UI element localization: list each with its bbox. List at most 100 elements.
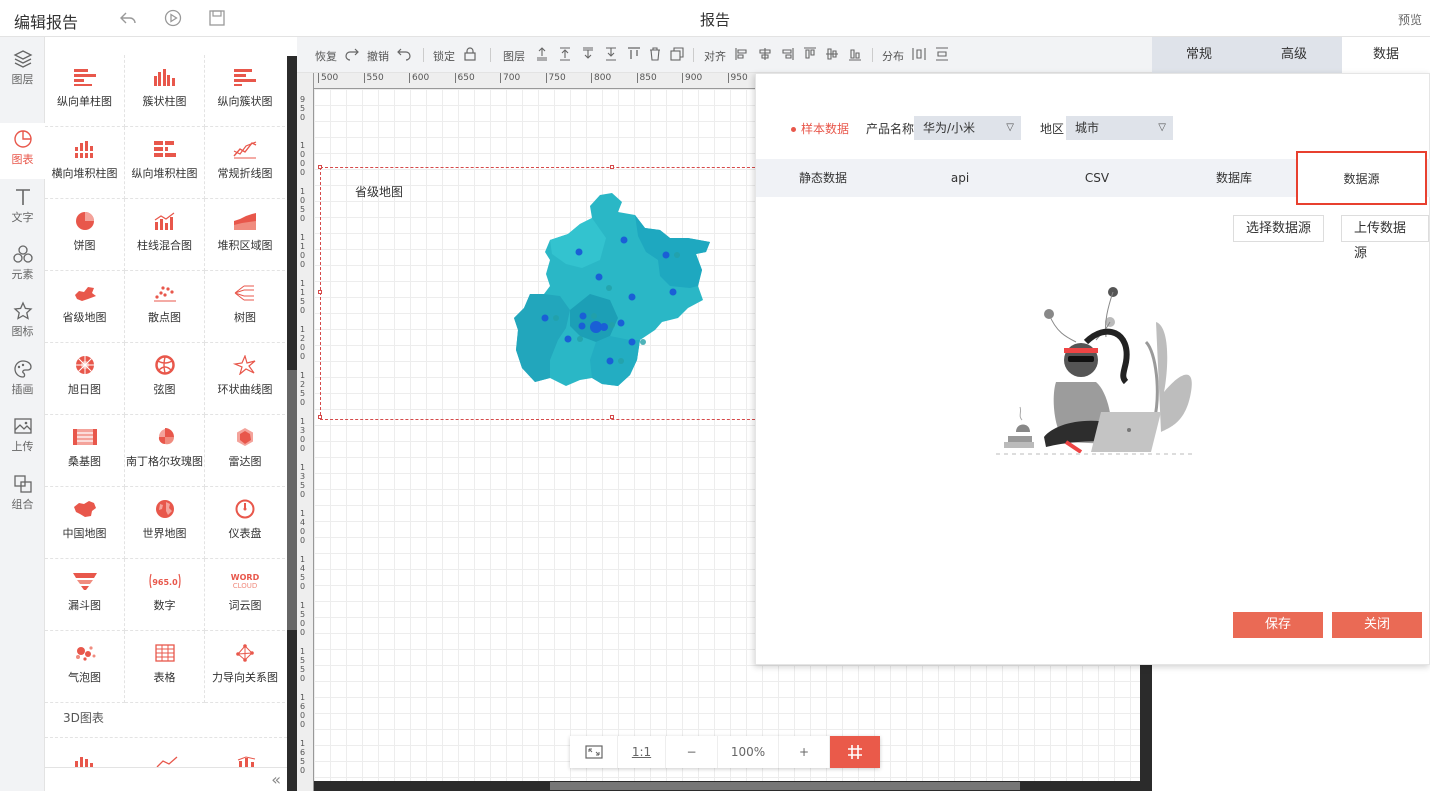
wordcloud-chart-icon: WORDCLOUD [231,573,260,590]
image-upload-icon [13,418,32,434]
chart-item-world-map[interactable]: 世界地图 [125,487,205,559]
chart-item-number[interactable]: 965.0 数字 [125,559,205,631]
distribute-horizontal-icon[interactable] [911,46,927,62]
rail-item-layers[interactable]: 图层 [0,43,45,99]
chart-item-vertical-stacked[interactable]: 纵向堆积柱图 [125,127,205,199]
tab-datasource[interactable]: 数据源 [1296,151,1427,205]
align-middle-icon[interactable] [824,46,840,62]
align-center-icon[interactable] [757,46,773,62]
select-datasource-button[interactable]: 选择数据源 [1233,215,1325,242]
chart-item-force-graph[interactable]: 力导向关系图 [205,631,285,703]
copy-icon[interactable] [669,46,685,62]
save-button[interactable]: 保存 [1233,612,1323,638]
resize-handle[interactable] [318,290,322,294]
chart-item-table[interactable]: 表格 [125,631,205,703]
library-scrollbar-thumb[interactable] [287,370,297,630]
align-left-icon[interactable] [734,46,750,62]
wordcloud-word-text: WORD [231,573,260,582]
chart-item-province-map[interactable]: 省级地图 [45,271,125,343]
chart-icon [13,130,32,148]
lock-label[interactable]: 锁定 [433,48,455,64]
undo-icon[interactable] [119,9,137,27]
fit-screen-button[interactable] [570,736,618,768]
chart-item-scatter[interactable]: 散点图 [125,271,205,343]
tab-data[interactable]: 数据 [1342,37,1430,73]
lock-icon[interactable] [462,46,478,62]
resize-handle[interactable] [318,165,322,169]
ruler-tick-label: 1550 [300,647,306,683]
redo-label[interactable]: 恢复 [315,48,337,64]
close-button[interactable]: 关闭 [1332,612,1422,638]
chart-item-label: 树图 [234,311,256,324]
chart-item-bubble[interactable]: 气泡图 [45,631,125,703]
align-vertical-top-icon[interactable] [802,46,818,62]
chart-item-stacked-area[interactable]: 堆积区域图 [205,199,285,271]
chart-item-radar[interactable]: 雷达图 [205,415,285,487]
rail-item-charts[interactable]: 图表 [0,123,45,179]
layer-top-icon[interactable] [557,46,573,62]
product-select[interactable]: 华为/小米 ▽ [914,116,1021,140]
distribute-vertical-icon[interactable] [934,46,950,62]
resize-handle[interactable] [610,165,614,169]
rail-item-group[interactable]: 组合 [0,468,45,524]
align-top-icon[interactable] [626,46,642,62]
tab-static-data[interactable]: 静态数据 [756,159,890,197]
chart-item-bar-line[interactable]: 柱线混合图 [125,199,205,271]
tab-general[interactable]: 常规 [1152,37,1246,73]
tab-database[interactable]: 数据库 [1167,159,1301,197]
chart-item-label: 中国地图 [62,527,107,540]
chart-item-wordcloud[interactable]: WORD CLOUD 词云图 [205,559,285,631]
align-right-icon[interactable] [779,46,795,62]
zoom-out-button[interactable]: − [666,736,718,768]
double-chevron-left-icon[interactable]: « [271,770,281,789]
chart-item-funnel[interactable]: 漏斗图 [45,559,125,631]
layer-up-icon[interactable] [534,46,550,62]
canvas-horizontal-scrollbar-thumb[interactable] [550,782,1020,790]
undo-label[interactable]: 撤销 [367,48,389,64]
beijing-map-graphic [514,193,710,386]
chart-item-pie[interactable]: 饼图 [45,199,125,271]
vertical-bar-chart-icon [73,69,96,86]
save-icon[interactable] [208,9,226,27]
resize-handle[interactable] [318,415,322,419]
layer-down-icon[interactable] [580,46,596,62]
rail-item-icons[interactable]: 图标 [0,295,45,351]
redo-icon[interactable] [344,46,360,62]
sample-data-indicator[interactable]: 样本数据 [791,120,849,137]
upload-datasource-button[interactable]: 上传数据源 [1341,215,1429,261]
play-icon[interactable] [164,9,182,27]
chart-item-chord[interactable]: 弦图 [125,343,205,415]
region-select[interactable]: 城市 ▽ [1066,116,1173,140]
section-divider [45,737,287,738]
align-bottom-icon[interactable] [847,46,863,62]
grid-toggle-button[interactable] [830,736,880,768]
layer-bottom-icon[interactable] [603,46,619,62]
chart-item-rose[interactable]: 南丁格尔玫瑰图 [125,415,205,487]
rail-item-elements[interactable]: 元素 [0,238,45,294]
rail-item-illustrations[interactable]: 插画 [0,353,45,409]
chart-item-vertical-bar[interactable]: 纵向单柱图 [45,55,125,127]
chart-item-china-map[interactable]: 中国地图 [45,487,125,559]
tab-csv[interactable]: CSV [1030,159,1164,197]
chart-item-sunburst[interactable]: 旭日图 [45,343,125,415]
delete-icon[interactable] [647,46,663,62]
chart-item-sankey[interactable]: 桑基图 [45,415,125,487]
tab-advanced[interactable]: 高级 [1247,37,1341,73]
zoom-in-button[interactable]: + [778,736,830,768]
undo-arrow-icon[interactable] [396,46,412,62]
chart-item-ring-curve[interactable]: 环状曲线图 [205,343,285,415]
chart-item-horizontal-stacked[interactable]: 横向堆积柱图 [45,127,125,199]
preview-button[interactable]: 预览 [1398,11,1422,28]
chart-item-line[interactable]: 常规折线图 [205,127,285,199]
rail-item-upload[interactable]: 上传 [0,410,45,466]
distribute-label: 分布 [882,50,904,63]
line-chart-icon [233,141,257,159]
chart-item-tree[interactable]: 树图 [205,271,285,343]
chart-item-clustered-bar[interactable]: 簇状柱图 [125,55,205,127]
actual-size-button[interactable]: 1:1 [618,736,666,768]
chart-item-vertical-cluster[interactable]: 纵向簇状图 [205,55,285,127]
chart-item-gauge[interactable]: 仪表盘 [205,487,285,559]
tab-api[interactable]: api [893,159,1027,197]
resize-handle[interactable] [610,415,614,419]
rail-item-text[interactable]: 文字 [0,181,45,237]
